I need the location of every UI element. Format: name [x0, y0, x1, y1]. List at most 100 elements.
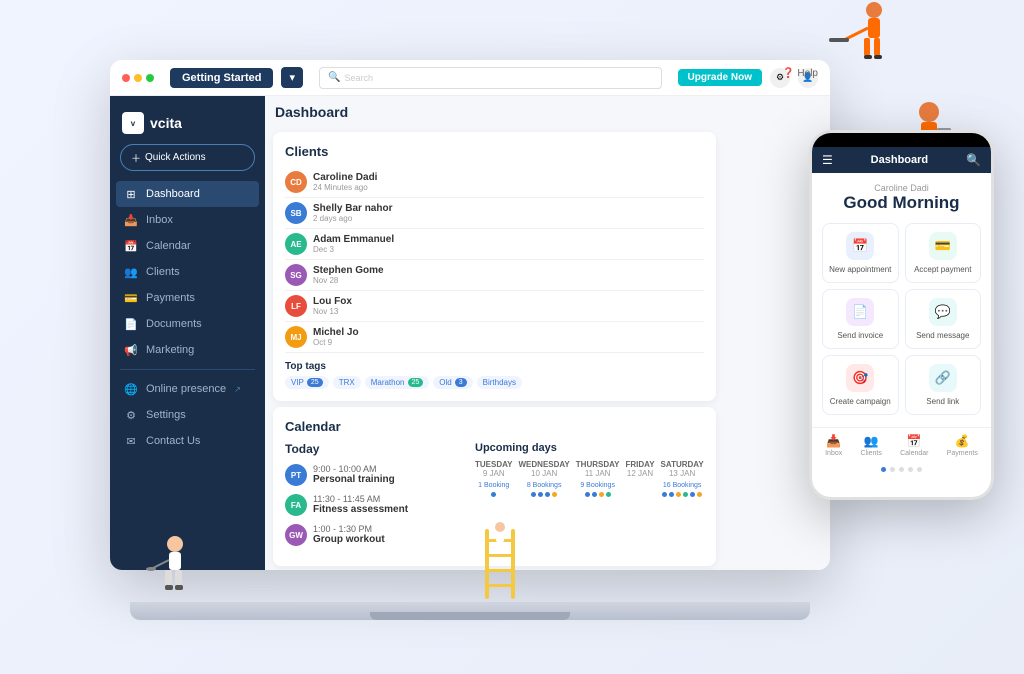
- client-avatar-3: SG: [285, 264, 307, 286]
- sidebar-item-clients[interactable]: 👥 Clients: [110, 259, 265, 285]
- mobile-action-new-appointment[interactable]: 📅 New appointment: [822, 223, 899, 283]
- tag-birthdays[interactable]: Birthdays: [477, 376, 522, 389]
- sidebar-item-payments[interactable]: 💳 Payments: [110, 285, 265, 311]
- getting-started-btn[interactable]: Getting Started: [170, 68, 273, 88]
- client-time-1: 2 days ago: [313, 214, 392, 223]
- appointment-1: PT 9:00 - 10:00 AM Personal training: [285, 464, 465, 486]
- online-presence-icon: 🌐: [124, 382, 138, 396]
- sidebar-item-calendar[interactable]: 📅 Calendar: [110, 233, 265, 259]
- sidebar-label-settings: Settings: [146, 409, 186, 421]
- appointment-3: GW 1:00 - 1:30 PM Group workout: [285, 524, 465, 546]
- nav-payments-icon: 💰: [955, 434, 970, 448]
- golf-figure: [145, 534, 205, 594]
- dot: [606, 492, 611, 497]
- mobile-nav-payments[interactable]: 💰 Payments: [947, 434, 978, 457]
- nav-arrow[interactable]: ▾: [281, 67, 303, 88]
- sidebar-logo: v vcita: [110, 106, 265, 144]
- gear-icon: ⚙: [124, 408, 138, 422]
- mobile-action-send-invoice[interactable]: 📄 Send invoice: [822, 289, 899, 349]
- mobile-content: Caroline Dadi Good Morning 📅 New appoint…: [812, 173, 991, 427]
- sidebar-item-documents[interactable]: 📄 Documents: [110, 311, 265, 337]
- client-info-2: Adam Emmanuel Dec 3: [313, 234, 394, 254]
- dot: [585, 492, 590, 497]
- sidebar-label-calendar: Calendar: [146, 240, 191, 252]
- mobile-nav-calendar[interactable]: 📅 Calendar: [900, 434, 928, 457]
- sidebar-item-settings[interactable]: ⚙ Settings: [110, 402, 265, 428]
- mobile-dots: [812, 463, 991, 476]
- dot: [662, 492, 667, 497]
- contact-icon: ✉: [124, 434, 138, 448]
- day-dots-sat: [661, 492, 704, 497]
- client-name-3: Stephen Gome: [313, 265, 384, 276]
- client-item-1[interactable]: SB Shelly Bar nahor 2 days ago: [285, 198, 704, 229]
- tag-marathon[interactable]: Marathon 25: [365, 376, 430, 389]
- top-bar: Getting Started ▾ 🔍 Search Upgrade Now ⚙…: [110, 60, 830, 96]
- tag-count-old: 3: [455, 378, 467, 387]
- upgrade-btn[interactable]: Upgrade Now: [678, 69, 762, 86]
- mobile-action-create-campaign[interactable]: 🎯 Create campaign: [822, 355, 899, 415]
- accept-payment-icon: 💳: [929, 232, 957, 260]
- apt-name-3: Group workout: [313, 534, 385, 545]
- ladder-figure: [480, 519, 520, 599]
- sidebar-label-clients: Clients: [146, 266, 180, 278]
- send-invoice-icon: 📄: [846, 298, 874, 326]
- day-booking-thu: 9 Bookings: [576, 482, 620, 489]
- dot: [599, 492, 604, 497]
- mobile-action-send-message[interactable]: 💬 Send message: [905, 289, 982, 349]
- apt-details-1: 9:00 - 10:00 AM Personal training: [313, 464, 395, 485]
- client-time-2: Dec 3: [313, 245, 394, 254]
- sidebar-item-inbox[interactable]: 📥 Inbox: [110, 207, 265, 233]
- dot: [697, 492, 702, 497]
- search-placeholder: Search: [344, 73, 373, 83]
- tags-grid: VIP 25 TRX Marathon 25 Old 3 Birthdays: [285, 376, 704, 389]
- tag-trx[interactable]: TRX: [333, 376, 361, 389]
- days-grid: TUESDAY 9 JAN 1 Booking WEDNESDAY: [475, 460, 704, 497]
- client-item-0[interactable]: CD Caroline Dadi 24 Minutes ago: [285, 167, 704, 198]
- mobile-nav-inbox[interactable]: 📥 Inbox: [825, 434, 842, 457]
- apt-details-2: 11:30 - 11:45 AM Fitness assessment: [313, 494, 408, 515]
- mobile-actions-grid: 📅 New appointment 💳 Accept payment 📄 Sen…: [822, 223, 981, 415]
- client-time-5: Oct 9: [313, 338, 359, 347]
- client-time-4: Nov 13: [313, 307, 352, 316]
- sidebar-item-marketing[interactable]: 📢 Marketing: [110, 337, 265, 363]
- apt-time-1: 9:00 - 10:00 AM: [313, 464, 395, 474]
- payments-icon: 💳: [124, 291, 138, 305]
- client-item-3[interactable]: SG Stephen Gome Nov 28: [285, 260, 704, 291]
- client-item-5[interactable]: MJ Michel Jo Oct 9: [285, 322, 704, 353]
- mobile-bottom-nav: 📥 Inbox 👥 Clients 📅 Calendar 💰 Payments: [812, 427, 991, 463]
- sidebar-item-contact-us[interactable]: ✉ Contact Us: [110, 428, 265, 454]
- sidebar-item-online-presence[interactable]: 🌐 Online presence ↗: [110, 376, 265, 402]
- mobile-search-icon[interactable]: 🔍: [966, 153, 981, 167]
- mobile-notch-center: [877, 133, 927, 141]
- sidebar-label-online-presence: Online presence: [146, 383, 226, 395]
- mobile-action-send-link[interactable]: 🔗 Send link: [905, 355, 982, 415]
- mobile-header-title: Dashboard: [871, 154, 928, 166]
- plus-icon: ＋: [131, 150, 141, 165]
- documents-icon: 📄: [124, 317, 138, 331]
- client-info-0: Caroline Dadi 24 Minutes ago: [313, 172, 377, 192]
- client-item-2[interactable]: AE Adam Emmanuel Dec 3: [285, 229, 704, 260]
- mobile-action-accept-payment[interactable]: 💳 Accept payment: [905, 223, 982, 283]
- search-bar[interactable]: 🔍 Search: [319, 67, 662, 89]
- apt-name-1: Personal training: [313, 474, 395, 485]
- mobile-menu-icon[interactable]: ☰: [822, 153, 833, 167]
- send-message-icon: 💬: [929, 298, 957, 326]
- quick-actions-btn[interactable]: ＋ Quick Actions: [120, 144, 255, 171]
- dot: [545, 492, 550, 497]
- sidebar-label-marketing: Marketing: [146, 344, 194, 356]
- client-avatar-1: SB: [285, 202, 307, 224]
- create-campaign-icon: 🎯: [846, 364, 874, 392]
- day-booking-sat: 16 Bookings: [661, 482, 704, 489]
- upcoming-label: Upcoming days: [475, 442, 704, 454]
- tag-old[interactable]: Old 3: [433, 376, 472, 389]
- laptop-base: [130, 602, 810, 620]
- apt-time-2: 11:30 - 11:45 AM: [313, 494, 408, 504]
- send-link-icon: 🔗: [929, 364, 957, 392]
- sidebar-label-payments: Payments: [146, 292, 195, 304]
- clients-icon: 👥: [124, 265, 138, 279]
- sidebar-item-dashboard[interactable]: ⊞ Dashboard: [116, 181, 259, 207]
- tag-vip[interactable]: VIP 25: [285, 376, 329, 389]
- client-item-4[interactable]: LF Lou Fox Nov 13: [285, 291, 704, 322]
- new-appointment-icon: 📅: [846, 232, 874, 260]
- mobile-nav-clients[interactable]: 👥 Clients: [860, 434, 881, 457]
